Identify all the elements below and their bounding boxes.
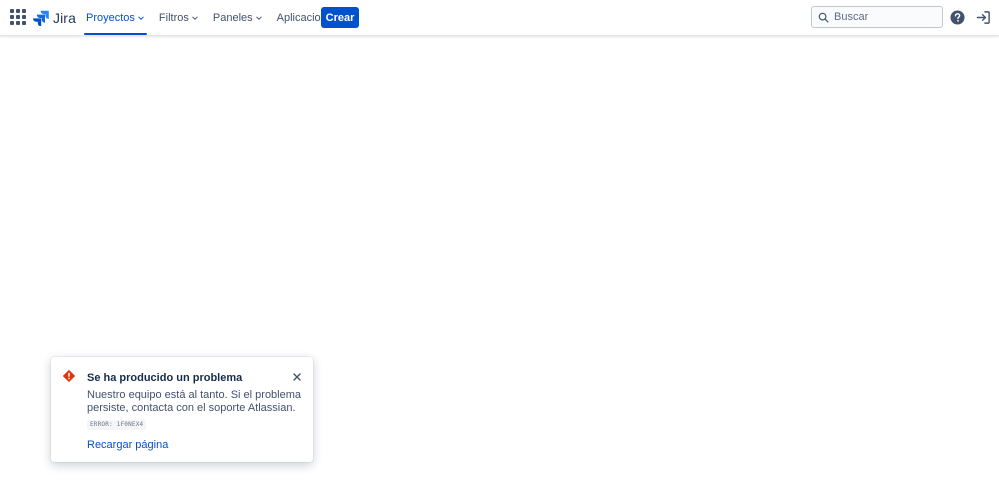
nav-item-paneles[interactable]: Paneles	[211, 0, 265, 36]
chevron-down-icon	[191, 14, 199, 22]
flag-title: Se ha producido un problema	[87, 372, 243, 384]
top-navigation-bar: Jira Proyectos Filtros Paneles Aplicacio…	[0, 0, 999, 36]
error-flag: Se ha producido un problema Nuestro equi…	[51, 357, 313, 462]
error-code: ERROR: 1F0NEX4	[87, 420, 147, 430]
search-icon	[818, 12, 829, 22]
main-nav: Proyectos Filtros Paneles Aplicaciones	[84, 0, 360, 36]
search-box[interactable]	[811, 6, 943, 28]
help-icon[interactable]	[950, 10, 965, 25]
jira-logo-icon	[33, 10, 49, 26]
error-icon	[63, 370, 75, 382]
chevron-down-icon	[255, 14, 263, 22]
nav-item-proyectos[interactable]: Proyectos	[84, 0, 147, 36]
nav-item-label: Filtros	[158, 12, 189, 24]
search-input[interactable]	[834, 11, 934, 23]
jira-logo[interactable]: Jira	[33, 9, 76, 27]
logo-text: Jira	[53, 10, 76, 26]
nav-item-label: Proyectos	[86, 12, 135, 24]
reload-page-link[interactable]: Recargar página	[87, 439, 168, 451]
close-icon[interactable]	[291, 371, 303, 383]
nav-item-label: Paneles	[212, 12, 253, 24]
chevron-down-icon	[137, 14, 145, 22]
nav-item-filtros[interactable]: Filtros	[157, 0, 201, 36]
app-switcher-icon[interactable]	[9, 8, 27, 26]
create-button[interactable]: Crear	[321, 7, 359, 28]
flag-description: Nuestro equipo está al tanto. Si el prob…	[87, 389, 302, 414]
log-in-icon[interactable]	[976, 10, 991, 25]
